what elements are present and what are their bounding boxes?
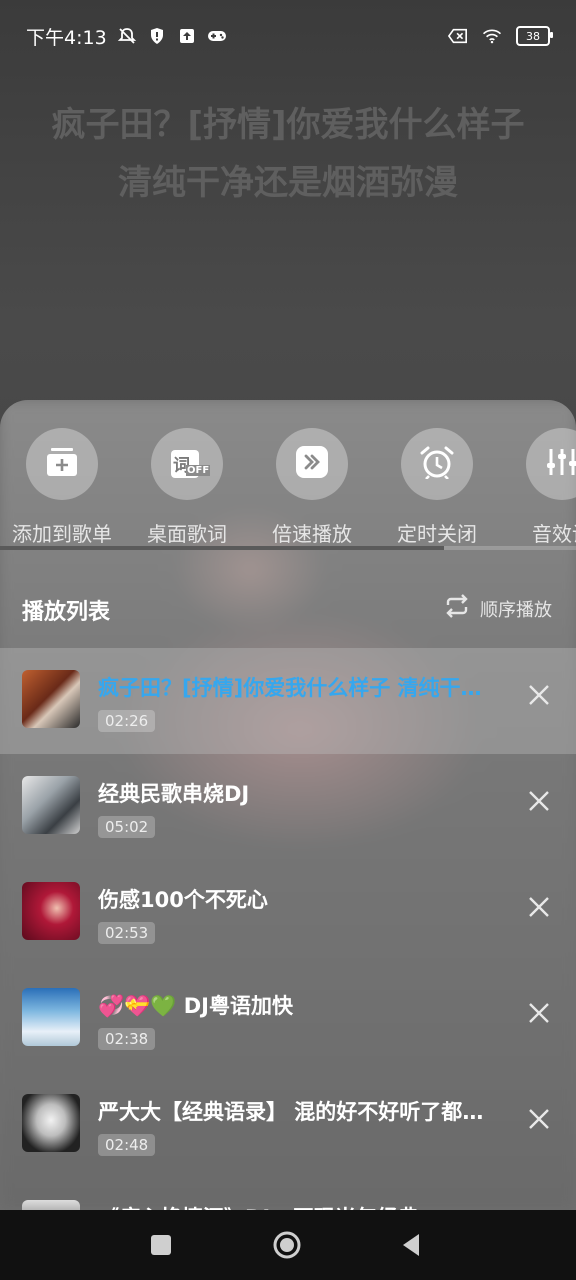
song-duration: 05:02	[98, 816, 156, 838]
song-title: 《痴心换情深》DJ · 再现当年经典	[98, 1202, 492, 1210]
wifi-icon	[482, 26, 502, 46]
tool-label: 定时关闭	[397, 522, 477, 546]
song-cover	[22, 988, 80, 1046]
sound-effects-button[interactable]: 音效设	[502, 428, 576, 547]
home-button[interactable]	[272, 1230, 302, 1260]
song-duration: 02:38	[98, 1028, 156, 1050]
song-duration: 02:53	[98, 922, 156, 944]
circle-home-icon	[273, 1231, 301, 1259]
lyrics-line: 清纯干净还是烟酒弥漫	[118, 163, 458, 203]
playlist-item[interactable]: 经典民歌串烧DJ 05:02	[0, 754, 576, 860]
close-icon	[529, 685, 549, 705]
tool-row: 添加到歌单 词 OFF 桌面歌词 倍速播放 定时关闭 音效	[0, 428, 576, 548]
sleep-timer-button[interactable]: 定时关闭	[377, 428, 497, 547]
tool-scroll-thumb[interactable]	[0, 546, 444, 550]
playlist-item[interactable]: 伤感100个不死心 02:53	[0, 860, 576, 966]
lyrics-line: 疯子田？[抒情]你爱我什么样子	[51, 105, 525, 145]
song-cover	[22, 1200, 80, 1210]
playlist-item[interactable]: 疯子田？[抒情]你爱我什么样子 清纯干净还是烟酒弥漫 02:26	[0, 648, 576, 754]
upload-icon	[177, 26, 197, 46]
equalizer-icon	[546, 447, 576, 481]
off-badge: OFF	[186, 465, 211, 476]
back-button[interactable]	[398, 1232, 424, 1258]
song-title: 伤感100个不死心	[98, 888, 268, 912]
mute-bell-icon	[117, 26, 137, 46]
tool-label: 倍速播放	[272, 522, 352, 546]
add-to-playlist-button[interactable]: 添加到歌单	[2, 428, 122, 547]
song-duration: 02:26	[98, 710, 156, 732]
song-cover	[22, 776, 80, 834]
song-title: 严大大【经典语录】 混的好不好听了都流泪	[98, 1100, 492, 1124]
play-order-label: 顺序播放	[480, 599, 552, 621]
remove-song-button[interactable]	[528, 1108, 550, 1130]
repeat-icon	[444, 594, 470, 623]
playlist-item[interactable]: 严大大【经典语录】 混的好不好听了都流泪 02:48	[0, 1072, 576, 1178]
square-icon	[151, 1235, 171, 1255]
desktop-lyrics-off-icon: 词 OFF	[169, 449, 211, 479]
playlist-item[interactable]: 《痴心换情深》DJ · 再现当年经典	[0, 1178, 576, 1210]
playlist-title: 播放列表	[22, 600, 111, 625]
song-title: 疯子田？[抒情]你爱我什么样子 清纯干净还是烟酒弥漫	[98, 676, 492, 700]
gamepad-icon	[207, 26, 227, 46]
song-cover	[22, 670, 80, 728]
close-icon	[529, 897, 549, 917]
remove-song-button[interactable]	[528, 790, 550, 812]
playback-speed-icon	[295, 445, 329, 483]
desktop-lyrics-button[interactable]: 词 OFF 桌面歌词	[127, 428, 247, 547]
song-duration: 02:48	[98, 1134, 156, 1156]
status-bar: 下午4:13 38	[0, 0, 576, 72]
close-icon	[529, 1109, 549, 1129]
playlist-header: 播放列表 顺序播放	[0, 590, 576, 630]
song-cover	[22, 1094, 80, 1152]
close-icon	[529, 791, 549, 811]
tool-label: 添加到歌单	[12, 522, 112, 546]
close-icon	[529, 1003, 549, 1023]
sim-off-icon	[448, 26, 468, 46]
alarm-clock-icon	[419, 445, 455, 483]
back-triangle-icon	[403, 1234, 419, 1256]
playback-speed-button[interactable]: 倍速播放	[252, 428, 372, 547]
tool-label: 桌面歌词	[147, 522, 227, 546]
system-navigation-bar	[0, 1210, 576, 1280]
battery-indicator: 38	[516, 26, 553, 46]
remove-song-button[interactable]	[528, 1002, 550, 1024]
add-to-playlist-icon	[45, 447, 79, 481]
song-title: 💞💝💚 DJ粤语加快	[98, 994, 293, 1018]
clock: 下午4:13	[26, 26, 107, 49]
song-cover	[22, 882, 80, 940]
tool-label: 音效设	[532, 522, 576, 546]
lyrics-display: 疯子田？[抒情]你爱我什么样子 清纯干净还是烟酒弥漫	[0, 96, 576, 212]
shield-icon	[147, 26, 167, 46]
remove-song-button[interactable]	[528, 684, 550, 706]
playlist-item[interactable]: 💞💝💚 DJ粤语加快 02:38	[0, 966, 576, 1072]
song-title: 经典民歌串烧DJ	[98, 782, 250, 806]
playlist-sheet: 添加到歌单 词 OFF 桌面歌词 倍速播放 定时关闭 音效 播放列表 顺序播放 …	[0, 400, 576, 1210]
remove-song-button[interactable]	[528, 896, 550, 918]
recents-button[interactable]	[148, 1232, 174, 1258]
play-order-toggle[interactable]: 顺序播放	[444, 594, 552, 623]
